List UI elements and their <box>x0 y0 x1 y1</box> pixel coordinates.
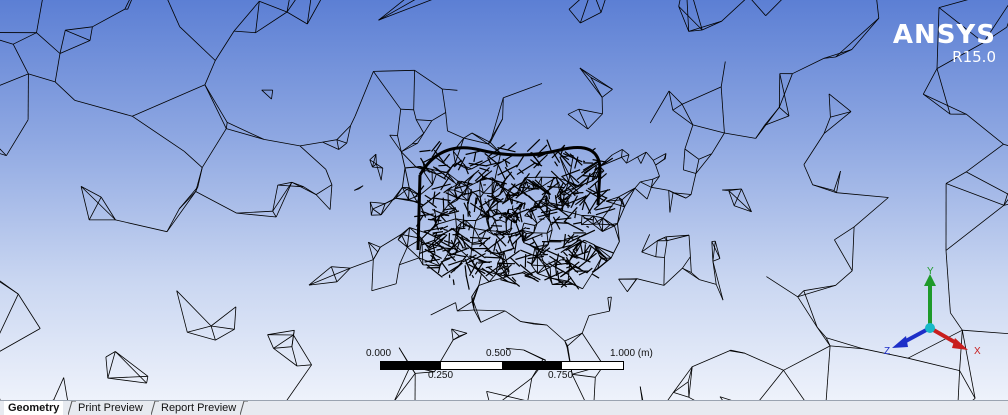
mesh-body <box>414 138 616 290</box>
scale-label-start: 0.000 <box>366 348 392 359</box>
graphics-viewport[interactable]: ANSYS R15.0 0.000 0.500 1.000 (m) 0.250 … <box>0 0 1008 400</box>
z-axis-label: Z <box>884 346 890 357</box>
scale-segment <box>502 362 562 369</box>
brand-name: ANSYS <box>892 20 996 50</box>
x-axis-label: X <box>974 346 981 357</box>
y-axis-label: Y <box>927 266 934 277</box>
tab-print-preview[interactable]: Print Preview <box>74 401 147 415</box>
triad-origin <box>925 323 935 333</box>
scale-label-three-quarter: 0.750 <box>548 370 574 381</box>
coordinate-triad[interactable]: Y X Z <box>880 262 990 362</box>
scale-bar: 0.000 0.500 1.000 (m) 0.250 0.750 <box>366 348 666 382</box>
scale-label-quarter: 0.250 <box>428 370 454 381</box>
mesh-viewer-window: ANSYS R15.0 0.000 0.500 1.000 (m) 0.250 … <box>0 0 1008 415</box>
scale-label-mid: 0.500 <box>486 348 512 359</box>
ansys-logo: ANSYS R15.0 <box>893 22 996 65</box>
scale-segment <box>381 362 441 369</box>
z-axis-arrow <box>892 336 908 348</box>
tab-report-preview[interactable]: Report Preview <box>157 401 240 415</box>
scale-label-end: 1.000 (m) <box>610 348 653 359</box>
tab-geometry[interactable]: Geometry <box>4 401 64 415</box>
scale-track <box>380 361 624 370</box>
view-tab-bar: Geometry Print Preview Report Preview <box>0 400 1008 415</box>
brand-version: R15.0 <box>952 48 996 66</box>
tab-divider <box>240 401 248 415</box>
mesh-wireframe <box>0 0 1008 400</box>
